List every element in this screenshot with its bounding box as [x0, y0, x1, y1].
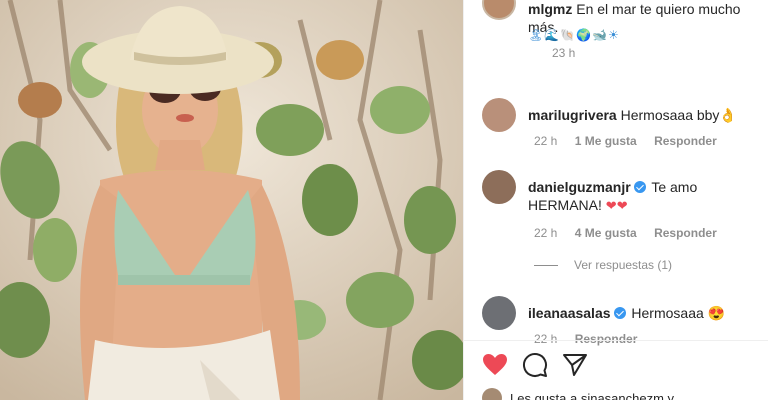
share-icon[interactable] [562, 353, 588, 377]
comment-time[interactable]: 22 h [534, 332, 557, 346]
avatar[interactable] [482, 170, 516, 204]
photo-image [0, 0, 463, 400]
comment-likes[interactable]: 4 Me gusta [575, 226, 637, 240]
comment-username[interactable]: ileanaasalas [528, 305, 611, 321]
author-avatar[interactable] [482, 0, 516, 20]
avatar[interactable] [482, 296, 516, 330]
reply-button[interactable]: Responder [654, 226, 717, 240]
heart-icon[interactable] [482, 353, 508, 377]
post-time[interactable]: 23 h [552, 46, 575, 60]
likes-text[interactable]: Les gusta a sinasanchezm y [510, 391, 674, 400]
avatar[interactable] [482, 388, 502, 400]
author-username[interactable]: mlgmz [528, 1, 572, 17]
comment-meta: 22 h 4 Me gusta Responder [534, 226, 731, 240]
divider [464, 340, 768, 341]
comment-time[interactable]: 22 h [534, 134, 557, 148]
post-photo[interactable] [0, 0, 463, 400]
comments-panel: mlgmz En el mar te quiero mucho más. 🏝🌊🐚… [463, 0, 768, 400]
likes-row: Les gusta a sinasanchezm y [482, 388, 674, 400]
comment-icon[interactable] [522, 352, 548, 378]
reply-button[interactable]: Responder [654, 134, 717, 148]
comment-username[interactable]: danielguzmanjr [528, 179, 631, 195]
comment-text: Hermosaaa bby👌 [620, 107, 737, 123]
comment-text: Hermosaaa 😍 [631, 305, 726, 321]
view-replies-button[interactable]: Ver respuestas (1) [534, 258, 672, 272]
action-bar [482, 350, 588, 380]
comment-meta: 22 h Responder [534, 332, 651, 346]
hearts-emoji: ❤❤ [605, 198, 628, 213]
reply-button[interactable]: Responder [575, 332, 638, 346]
view-replies-label: Ver respuestas (1) [574, 258, 673, 272]
avatar[interactable] [482, 98, 516, 132]
comment-username[interactable]: marilugrivera [528, 107, 617, 123]
comment-time[interactable]: 22 h [534, 226, 557, 240]
caption-emoji: 🏝🌊🐚🌍🐋☀ [528, 28, 620, 42]
verified-icon [633, 181, 646, 193]
comment-meta: 22 h 1 Me gusta Responder [534, 134, 731, 148]
comment-likes[interactable]: 1 Me gusta [575, 134, 637, 148]
verified-icon [613, 307, 626, 319]
replies-line [534, 264, 558, 266]
